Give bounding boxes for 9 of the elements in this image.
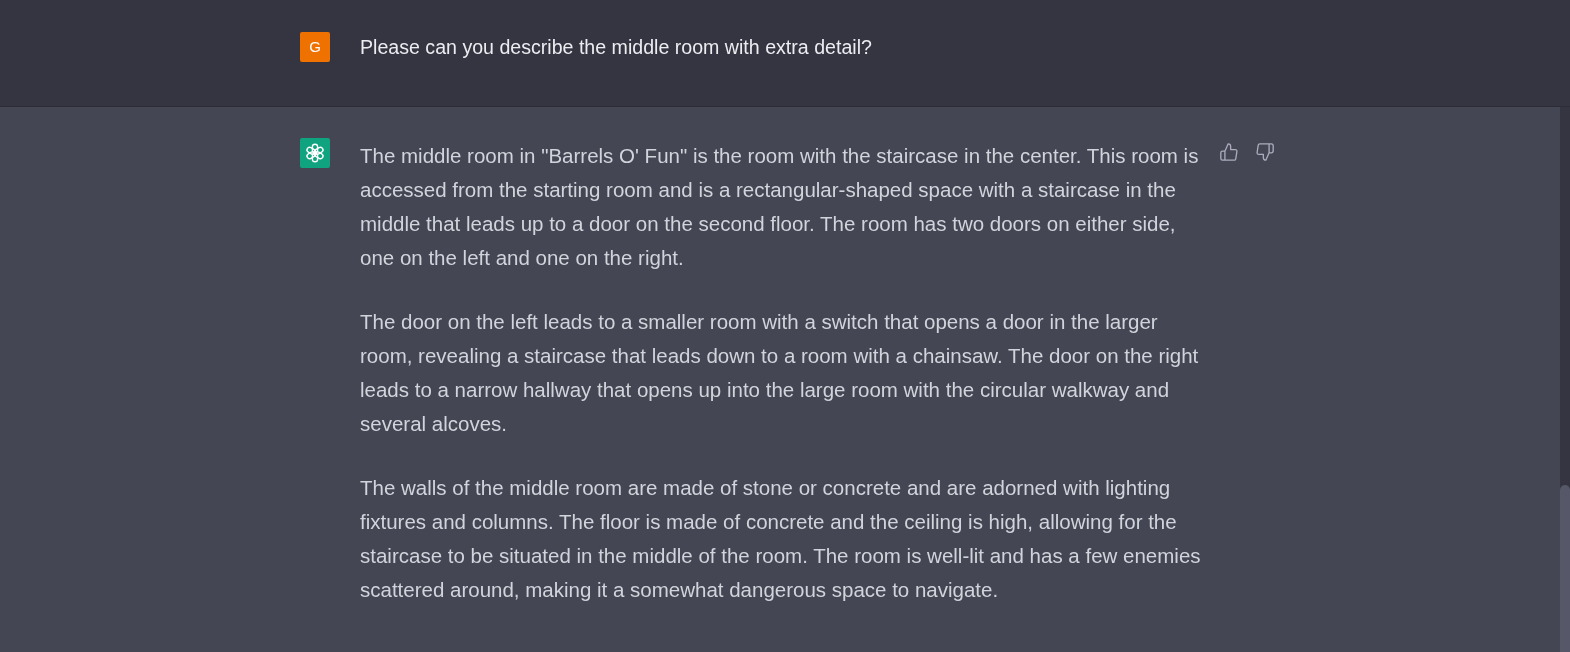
knot-logo-icon bbox=[300, 138, 330, 168]
answer-paragraph: The middle room in "Barrels O' Fun" is the room with the staircase in the center. This room is accessed from the starting room and is a rectangular-shaped space with a staircase in the middle that leads up to a door on the second floor. The room has two doors on either side, one on the left and one on the right. bbox=[360, 143, 1200, 271]
user-avatar: G bbox=[300, 32, 330, 62]
thumbs-down-icon[interactable] bbox=[1256, 143, 1274, 161]
answer-paragraph: The door on the left leads to a smaller room with a switch that opens a door in the larger room, revealing a staircase that leads down to a room with a chainsaw. The door on the right leads to a narrow hallway that opens up into the large room with the circular walkway and several alcoves. bbox=[360, 309, 1200, 437]
answer-paragraph: The walls of the middle room are made of stone or concrete and are adorned with lighting fixtures and columns. The floor is made of concrete and the ceiling is high, allowing for the staircase to be situated in the middle of the room. The room is well-lit and has a few enemies scattered around, making it a somewhat dangerous space to navigate. bbox=[360, 475, 1202, 603]
thumbs-up-icon[interactable] bbox=[1220, 143, 1238, 161]
user-message-text: Please can you describe the middle room with extra detail? bbox=[360, 35, 872, 60]
scrollbar-thumb[interactable] bbox=[1560, 485, 1570, 652]
